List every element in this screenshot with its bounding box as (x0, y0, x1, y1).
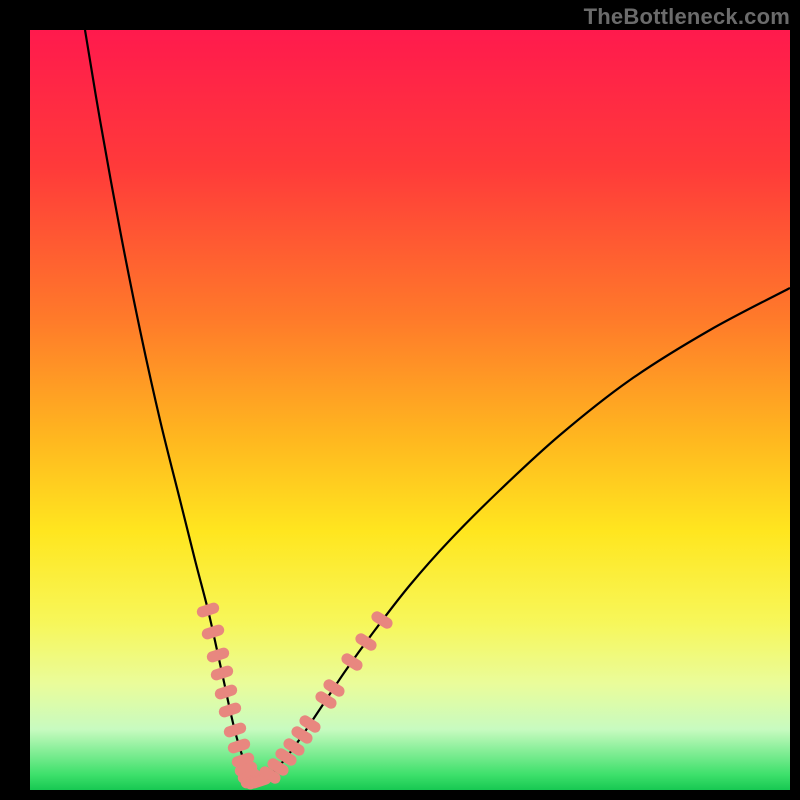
watermark-text: TheBottleneck.com (584, 4, 790, 30)
curve-marker (201, 624, 225, 640)
curve-marker (227, 738, 251, 754)
chart-frame: TheBottleneck.com (0, 0, 800, 800)
curve-marker (210, 665, 234, 681)
curve-markers (196, 602, 394, 790)
chart-svg (30, 30, 790, 790)
curve-marker (214, 684, 238, 700)
curve-marker (196, 602, 220, 618)
curve-marker (340, 652, 364, 672)
curve-marker (206, 647, 230, 663)
plot-area (30, 30, 790, 790)
curve-marker (223, 722, 247, 738)
curve-right-branch (254, 288, 791, 782)
curve-marker (370, 610, 394, 630)
curve-marker (354, 632, 378, 652)
curve-marker (218, 702, 242, 718)
